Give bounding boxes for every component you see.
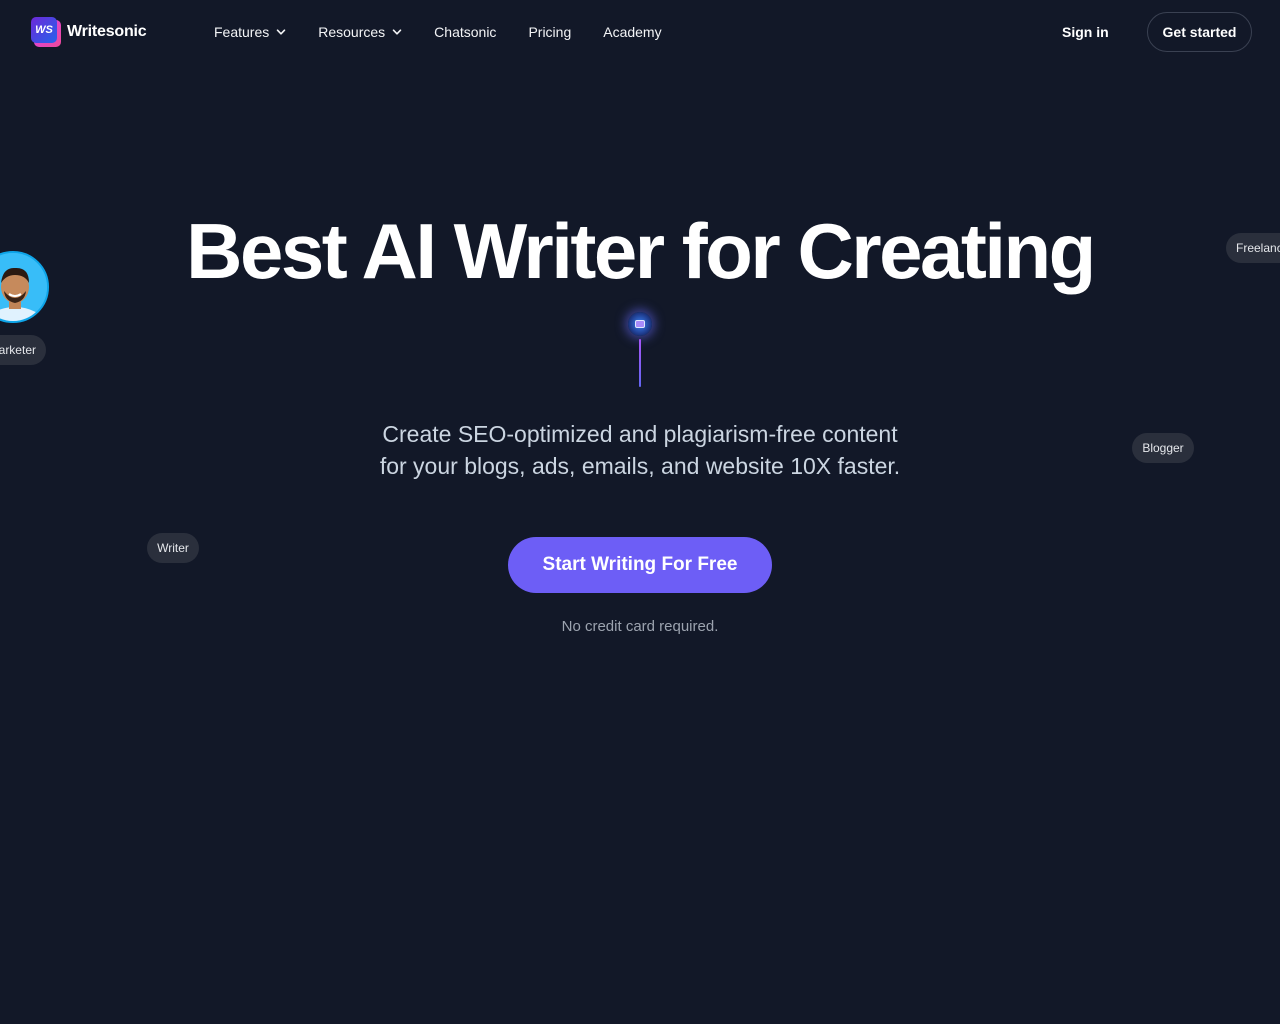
main-nav: Features Resources Chatsonic Pricing Aca…: [214, 24, 694, 40]
cursor-indicator: [627, 311, 653, 391]
logo-badge: WS: [31, 17, 57, 43]
nav-item-academy[interactable]: Academy: [603, 24, 661, 40]
tag-blogger: Blogger: [1132, 433, 1194, 463]
get-started-button[interactable]: Get started: [1147, 12, 1252, 52]
nav-item-pricing[interactable]: Pricing: [528, 24, 571, 40]
writesonic-logo-icon: WS: [31, 17, 61, 47]
chevron-down-icon: [276, 29, 286, 35]
tag-marketer: arketer: [0, 335, 46, 365]
nav-item-features-label: Features: [214, 24, 270, 40]
site-header: WS Writesonic Features Resources Chatson…: [0, 0, 1280, 64]
no-credit-card-note: No credit card required.: [561, 618, 719, 635]
nav-item-pricing-label: Pricing: [528, 24, 572, 40]
start-writing-button[interactable]: Start Writing For Free: [508, 537, 772, 593]
nav-item-resources-label: Resources: [318, 24, 386, 40]
nav-item-chatsonic[interactable]: Chatsonic: [434, 24, 496, 40]
nav-item-academy-label: Academy: [603, 24, 662, 40]
hero-subtitle-line1: Create SEO-optimized and plagiarism-free…: [382, 421, 898, 447]
nav-item-resources[interactable]: Resources: [318, 24, 402, 40]
logo-link[interactable]: WS Writesonic: [31, 17, 147, 47]
logo-text: Writesonic: [67, 23, 147, 40]
sign-in-link[interactable]: Sign in: [1062, 24, 1109, 40]
tag-writer: Writer: [147, 533, 199, 563]
hero-subtitle-line2: for your blogs, ads, emails, and website…: [379, 453, 901, 479]
cursor-line: [639, 339, 641, 387]
nav-item-chatsonic-label: Chatsonic: [434, 24, 497, 40]
dot-inner: [635, 320, 645, 328]
chevron-down-icon: [392, 29, 402, 35]
hero-subtitle: Create SEO-optimized and plagiarism-free…: [340, 418, 940, 482]
nav-item-features[interactable]: Features: [214, 24, 286, 40]
hero-title: Best AI Writer for Creating: [186, 207, 1096, 295]
page: WS Writesonic Features Resources Chatson…: [0, 0, 1280, 1024]
glowing-dot-icon: [628, 312, 652, 336]
